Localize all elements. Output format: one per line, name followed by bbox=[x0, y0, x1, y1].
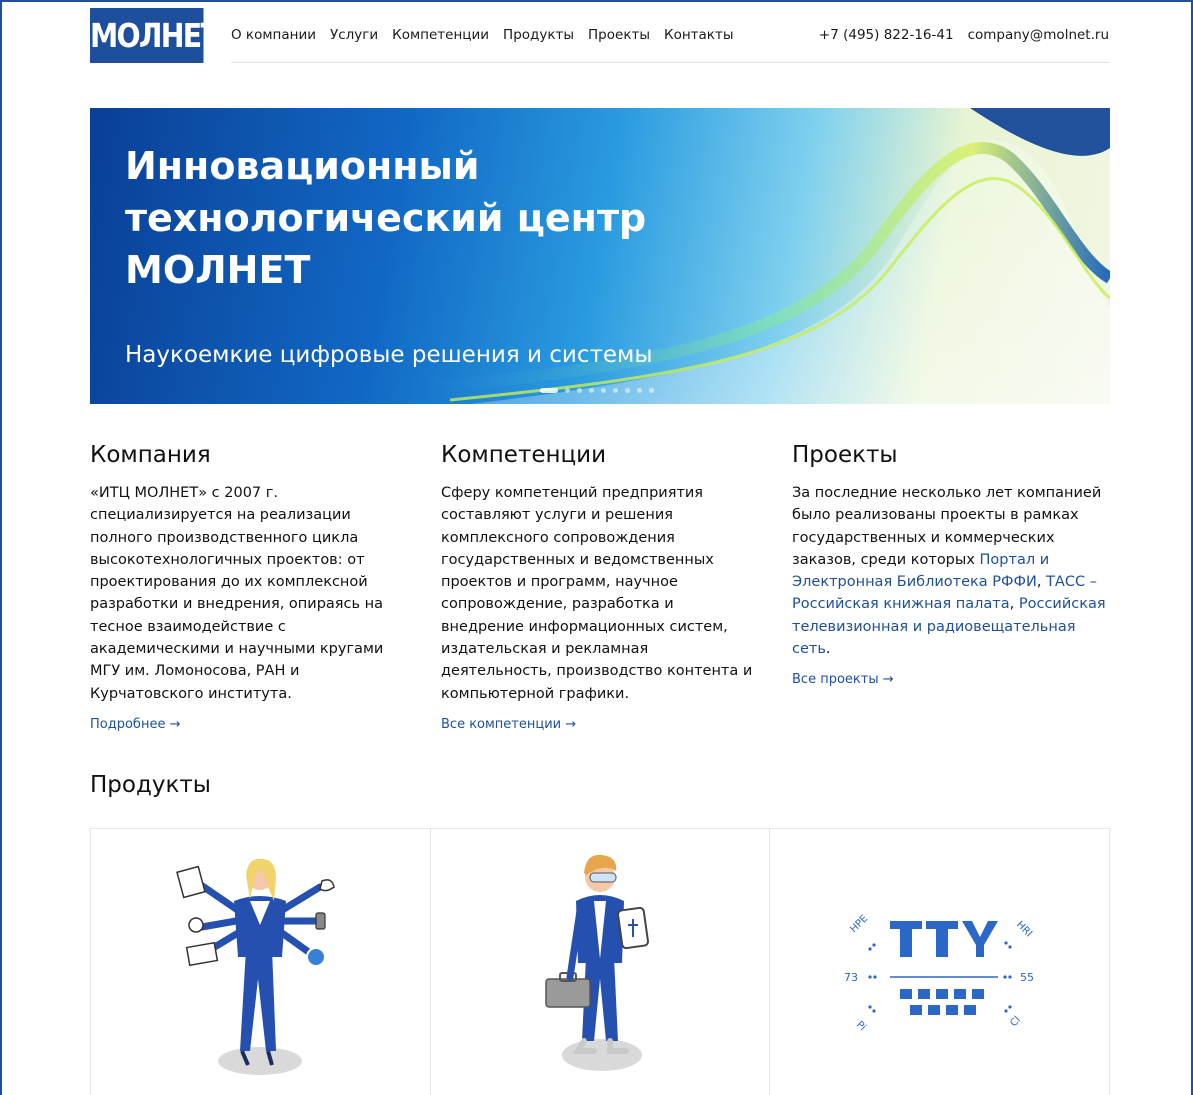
competencies-title: Компетенции bbox=[441, 442, 607, 468]
email-link[interactable]: company@molnet.ru bbox=[968, 27, 1109, 43]
logo-text-cl: Cl bbox=[1008, 1014, 1023, 1029]
product-card[interactable] bbox=[431, 829, 771, 1095]
nav-projects[interactable]: Проекты bbox=[588, 27, 650, 43]
logo-text-73: 73 bbox=[844, 971, 858, 984]
slider-dot[interactable] bbox=[589, 388, 594, 393]
slider-dot[interactable] bbox=[601, 388, 606, 393]
product-card[interactable] bbox=[91, 829, 431, 1095]
projects-title: Проекты bbox=[792, 442, 898, 468]
hero-subtitle: Наукоемкие цифровые решения и системы bbox=[125, 342, 653, 368]
slider-dot[interactable] bbox=[613, 388, 618, 393]
projects-section: Проекты За последние несколько лет компа… bbox=[792, 442, 1112, 687]
separator: , bbox=[1036, 574, 1047, 591]
logo-text-hpe: HPE bbox=[848, 913, 870, 935]
competencies-section: Компетенции Сферу компетенций предприяти… bbox=[441, 442, 761, 732]
slider-dot[interactable] bbox=[625, 388, 630, 393]
separator: . bbox=[825, 641, 831, 658]
hero-title-line: Инновационный bbox=[125, 144, 480, 188]
nav-about[interactable]: О компании bbox=[231, 27, 316, 43]
slider-dot[interactable] bbox=[565, 388, 570, 393]
hero-title-line: технологический центр bbox=[125, 196, 647, 240]
main-nav: О компании Услуги Компетенции Продукты П… bbox=[231, 27, 733, 43]
molnet-logo[interactable]: МОЛНЕТ bbox=[90, 8, 220, 63]
company-more-link[interactable]: Подробнее → bbox=[90, 717, 180, 732]
phone-link[interactable]: +7 (495) 822-16-41 bbox=[819, 27, 954, 43]
hero-banner[interactable]: Инновационный технологический центр МОЛН… bbox=[90, 108, 1110, 404]
slider-dot[interactable] bbox=[637, 388, 642, 393]
nav-services[interactable]: Услуги bbox=[330, 27, 378, 43]
slider-dot[interactable] bbox=[577, 388, 582, 393]
logo-text-hri: HRI bbox=[1014, 919, 1034, 939]
product-card[interactable]: HPE HRI 73 55 Pi Cl bbox=[770, 829, 1109, 1095]
company-section: Компания «ИТЦ МОЛНЕТ» с 2007 г. специали… bbox=[90, 442, 410, 732]
logo-text-55: 55 bbox=[1020, 971, 1034, 984]
multitasking-woman-illustration bbox=[176, 858, 336, 1075]
projects-text: За последние несколько лет компанией был… bbox=[792, 482, 1112, 660]
projects-more-link[interactable]: Все проекты → bbox=[792, 672, 894, 687]
engineer-man-illustration bbox=[545, 854, 650, 1071]
hero-title-line: МОЛНЕТ bbox=[125, 248, 311, 292]
slider-dots bbox=[540, 388, 654, 393]
company-text: «ИТЦ МОЛНЕТ» с 2007 г. специализируется … bbox=[90, 485, 384, 702]
header-divider bbox=[231, 62, 1110, 63]
competencies-more-link[interactable]: Все компетенции → bbox=[441, 717, 576, 732]
products-title: Продукты bbox=[90, 772, 211, 798]
nav-contacts[interactable]: Контакты bbox=[664, 27, 733, 43]
separator: , bbox=[1009, 596, 1019, 613]
projects-text-intro: За последние несколько лет компанией был… bbox=[792, 485, 1102, 568]
nav-products[interactable]: Продукты bbox=[503, 27, 574, 43]
nav-competencies[interactable]: Компетенции bbox=[392, 27, 489, 43]
competencies-text: Сферу компетенций предприятия составляют… bbox=[441, 485, 753, 702]
logo-text-pi: Pi bbox=[854, 1019, 868, 1033]
company-title: Компания bbox=[90, 442, 211, 468]
tty-product-logo: HPE HRI 73 55 Pi Cl bbox=[844, 913, 1034, 1033]
slider-dot[interactable] bbox=[649, 388, 654, 393]
header-contacts: +7 (495) 822-16-41 company@molnet.ru bbox=[819, 27, 1109, 43]
hero-title: Инновационный технологический центр МОЛН… bbox=[125, 140, 725, 296]
slider-dot[interactable] bbox=[540, 388, 558, 393]
products-grid: HPE HRI 73 55 Pi Cl bbox=[90, 828, 1110, 1095]
